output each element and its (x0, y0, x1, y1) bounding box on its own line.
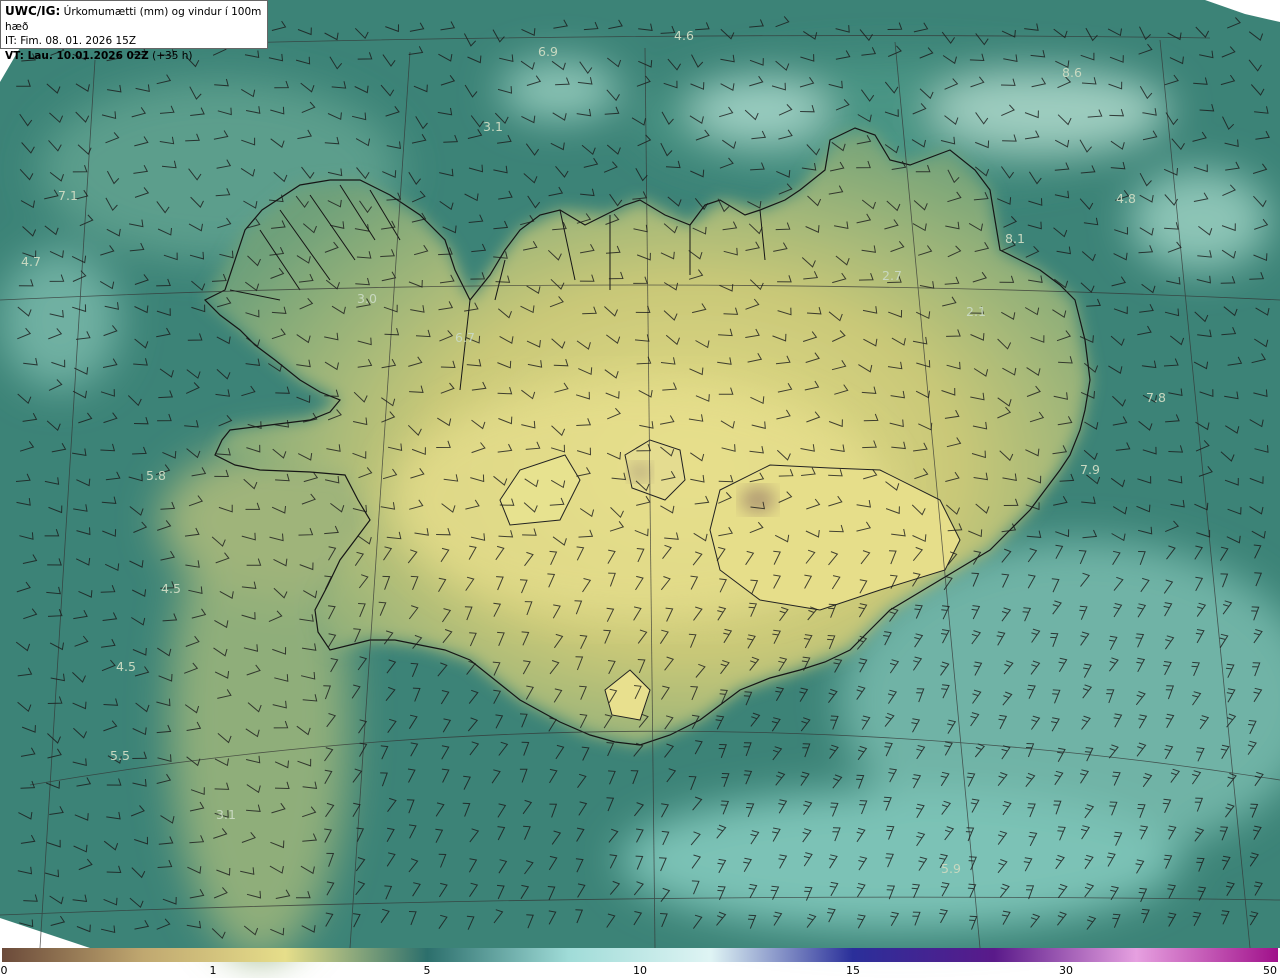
value-label: 6.7 (455, 330, 475, 345)
value-label: 2.7 (882, 268, 902, 283)
value-label: 5.5 (110, 748, 130, 763)
value-label: 3.1 (483, 119, 503, 134)
lead-time: (+35 h) (152, 49, 193, 62)
value-label: 5.9 (941, 861, 961, 876)
value-label: 5.8 (146, 468, 166, 483)
value-label: 4.8 (1116, 191, 1136, 206)
value-label: 3.1 (216, 807, 236, 822)
value-label: 7.8 (1146, 390, 1166, 405)
value-label: 8.6 (1062, 65, 1082, 80)
value-label: 7.9 (1080, 462, 1100, 477)
model-tag: UWC/IG: (5, 4, 61, 18)
colorbar-tick: 50 (1263, 964, 1277, 977)
colorbar-tick: 1 (209, 964, 217, 977)
value-label: 7.1 (58, 188, 78, 203)
value-label: 4.6 (674, 28, 694, 43)
value-label: 4.5 (161, 581, 181, 596)
colorbar-tick: 30 (1059, 964, 1073, 977)
colorbar-tick: 5 (423, 964, 431, 977)
colorbar-strip (2, 948, 1278, 962)
value-label: 4.5 (116, 659, 136, 674)
peak-dry-spot (740, 486, 776, 514)
value-label: 8.1 (1005, 231, 1025, 246)
colorbar-tick: 10 (633, 964, 647, 977)
colorbar-tick: 15 (846, 964, 860, 977)
value-label: 4.7 (21, 254, 41, 269)
colorbar-tick: 0 (0, 964, 8, 977)
precipitable-water-map: 6.9 4.6 3.1 8.6 7.1 4.7 3.0 6.7 4.8 8.1 … (0, 0, 1280, 960)
init-time: IT: Fim. 08. 01. 2026 15Z (5, 35, 137, 47)
value-label: 2.1 (966, 304, 986, 319)
forecast-info-box: UWC/IG: Úrkomumætti (mm) og vindur í 100… (0, 0, 268, 62)
peak-dry-spot (628, 462, 652, 482)
colorbar: 0 1 5 10 15 30 50 (0, 948, 1280, 978)
valid-time: VT: Lau. 10.01.2026 02Z (5, 49, 149, 62)
value-label: 3.0 (357, 291, 377, 306)
value-label: 6.9 (538, 44, 558, 59)
